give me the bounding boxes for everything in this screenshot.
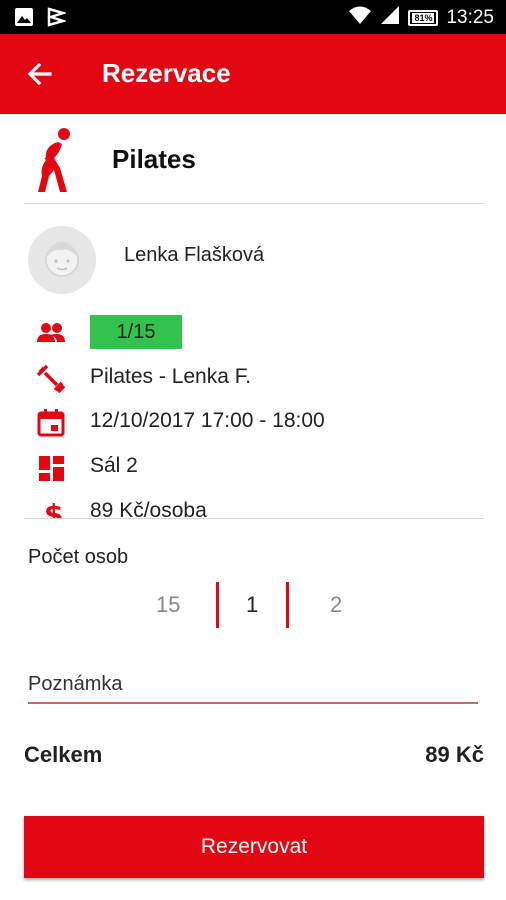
total-label: Celkem — [24, 742, 103, 767]
persons-label: Počet osob — [28, 546, 129, 568]
wifi-icon — [348, 5, 372, 30]
status-bar: 81% 13:25 — [0, 0, 506, 34]
persons-option-selected[interactable]: 1 — [246, 592, 258, 618]
capacity-row: 1/15 — [0, 312, 506, 352]
page-title: Rezervace — [102, 58, 231, 88]
svg-text:$: $ — [44, 498, 63, 518]
fitness-icon — [36, 364, 66, 394]
price: 89 Kč/osoba — [90, 499, 207, 518]
persons-option-prev[interactable]: 15 — [156, 592, 180, 618]
trainer-name: Lenka Flašková — [124, 244, 265, 266]
persons-option-next[interactable]: 2 — [330, 592, 342, 618]
clock: 13:25 — [446, 6, 494, 28]
event-name: Pilates — [112, 144, 196, 174]
datetime-row: 12/10/2017 17:00 - 18:00 — [0, 402, 506, 442]
capacity-badge: 1/15 — [90, 315, 182, 349]
lesson-row: Pilates - Lenka F. — [0, 358, 506, 398]
picker-divider — [286, 582, 289, 628]
event-header: Pilates — [0, 114, 506, 204]
app-notification-icon — [46, 7, 68, 32]
price-row: $ 89 Kč/osoba — [0, 492, 506, 518]
cellular-signal-icon — [380, 5, 400, 30]
app-bar: Rezervace — [0, 34, 506, 114]
total-value: 89 Kč — [425, 742, 484, 767]
room-row: Sál 2 — [0, 447, 506, 487]
calendar-icon — [36, 408, 66, 438]
avatar — [28, 226, 96, 294]
room-name: Sál 2 — [90, 454, 138, 477]
lesson-name: Pilates - Lenka F. — [90, 365, 252, 388]
divider — [24, 203, 484, 204]
event-datetime: 12/10/2017 17:00 - 18:00 — [90, 409, 325, 432]
pilates-figure-icon — [34, 126, 74, 192]
dashboard-icon — [36, 453, 66, 483]
dollar-icon: $ — [36, 498, 66, 518]
arrow-back-icon[interactable] — [26, 60, 54, 88]
persons-number-picker[interactable]: 15 1 2 — [0, 580, 506, 630]
note-field[interactable]: Poznámka — [28, 670, 478, 704]
battery-level: 81% — [412, 12, 435, 23]
image-notification-icon — [14, 7, 34, 32]
battery-icon: 81% — [408, 9, 439, 26]
divider — [24, 518, 484, 519]
picker-divider — [216, 582, 219, 628]
people-icon — [36, 318, 66, 348]
event-details: Lenka Flašková 1/15 Pilates - Lenka F. 1… — [0, 206, 506, 518]
reserve-button[interactable]: Rezervovat — [24, 816, 484, 878]
